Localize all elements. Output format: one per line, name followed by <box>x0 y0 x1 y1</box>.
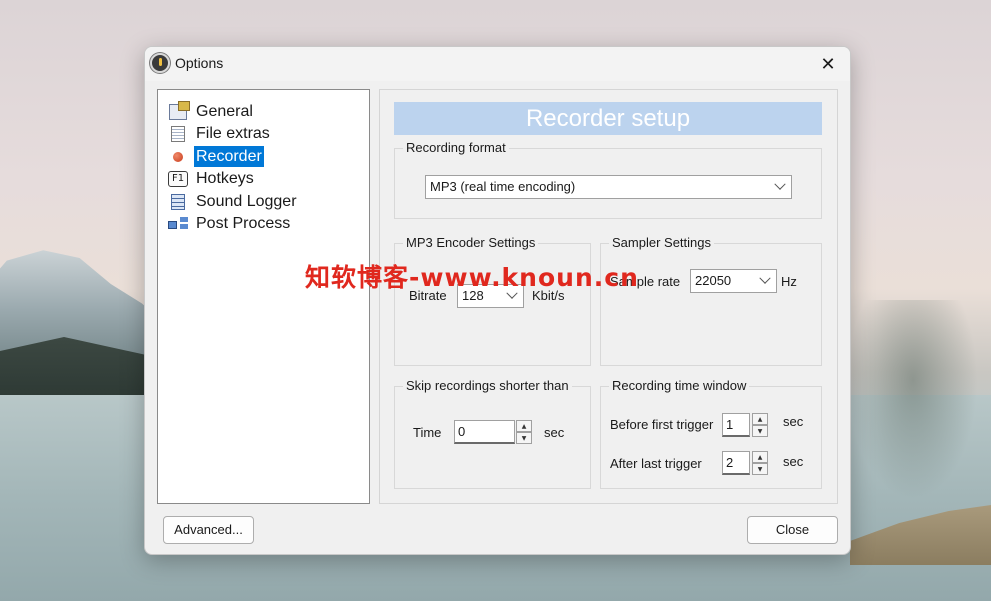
tree-item-label: Sound Logger <box>196 193 297 210</box>
tree-item-label: Recorder <box>194 146 264 167</box>
record-icon <box>168 148 188 166</box>
before-first-trigger-input[interactable]: 1 <box>722 413 750 437</box>
time-label: Time <box>413 425 442 440</box>
tree-item-label: Post Process <box>196 215 291 232</box>
spin-down-icon[interactable]: ▼ <box>752 425 768 437</box>
close-button[interactable]: Close <box>747 516 838 544</box>
tree-item-sound-logger[interactable]: Sound Logger <box>168 191 299 212</box>
group-title: Skip recordings shorter than <box>403 378 572 393</box>
window-title: Options <box>175 55 224 71</box>
before-first-trigger-label: Before first trigger <box>610 417 714 432</box>
sample-rate-unit: Hz <box>781 274 797 289</box>
after-last-trigger-spinner[interactable]: ▲ ▼ <box>752 451 768 475</box>
options-dialog: Options ✕ General File extras Recorder F… <box>144 46 851 555</box>
spin-up-icon[interactable]: ▲ <box>752 413 768 425</box>
group-title: Recording time window <box>609 378 750 393</box>
app-icon <box>150 53 170 73</box>
time-input[interactable]: 0 <box>454 420 515 444</box>
group-title: Sampler Settings <box>609 235 714 250</box>
close-icon[interactable]: ✕ <box>814 51 842 77</box>
spin-up-icon[interactable]: ▲ <box>516 420 532 432</box>
process-flow-icon <box>168 215 188 233</box>
tree-item-hotkeys[interactable]: F1 Hotkeys <box>168 168 256 189</box>
spin-down-icon[interactable]: ▼ <box>752 463 768 475</box>
select-value: MP3 (real time encoding) <box>430 179 576 194</box>
tree-item-general[interactable]: General <box>168 100 255 122</box>
log-list-icon <box>168 193 188 211</box>
recording-format-select[interactable]: MP3 (real time encoding) <box>425 175 792 199</box>
recorder-setup-panel: Recorder setup Recording format MP3 (rea… <box>379 89 838 504</box>
chevron-down-icon[interactable] <box>758 270 772 292</box>
select-value: 22050 <box>695 273 732 288</box>
time-spinner[interactable]: ▲ ▼ <box>516 420 532 444</box>
spin-down-icon[interactable]: ▼ <box>516 432 532 444</box>
document-icon <box>168 125 188 143</box>
before-first-trigger-unit: sec <box>783 414 804 429</box>
skip-recordings-group: Skip recordings shorter than Time 0 ▲ ▼ … <box>394 378 591 489</box>
tree-item-file-extras[interactable]: File extras <box>168 123 272 144</box>
group-title: Recording format <box>403 140 509 155</box>
sample-rate-select[interactable]: 22050 <box>690 269 777 293</box>
after-last-trigger-label: After last trigger <box>610 456 702 471</box>
recording-format-group: Recording format MP3 (real time encoding… <box>394 140 822 219</box>
tree-item-label: Hotkeys <box>196 170 254 187</box>
spin-up-icon[interactable]: ▲ <box>752 451 768 463</box>
tree-item-label: File extras <box>196 125 270 142</box>
page-title: Recorder setup <box>394 102 822 135</box>
time-unit: sec <box>544 425 565 440</box>
before-first-trigger-spinner[interactable]: ▲ ▼ <box>752 413 768 437</box>
f1-key-icon: F1 <box>168 170 188 188</box>
general-settings-icon <box>168 100 190 121</box>
recording-time-window-group: Recording time window Before first trigg… <box>600 378 822 489</box>
tree-item-recorder[interactable]: Recorder <box>168 146 264 167</box>
tree-item-label: General <box>196 103 253 120</box>
options-tree: General File extras Recorder F1 Hotkeys … <box>157 89 370 504</box>
background-tree <box>848 300 978 500</box>
chevron-down-icon[interactable] <box>773 176 787 198</box>
title-bar[interactable]: Options ✕ <box>145 47 850 81</box>
watermark-text: 知软博客-www.knoun.cn <box>305 263 639 292</box>
tree-item-post-process[interactable]: Post Process <box>168 213 292 234</box>
after-last-trigger-input[interactable]: 2 <box>722 451 750 475</box>
after-last-trigger-unit: sec <box>783 454 804 469</box>
group-title: MP3 Encoder Settings <box>403 235 539 250</box>
advanced-button[interactable]: Advanced... <box>163 516 254 544</box>
